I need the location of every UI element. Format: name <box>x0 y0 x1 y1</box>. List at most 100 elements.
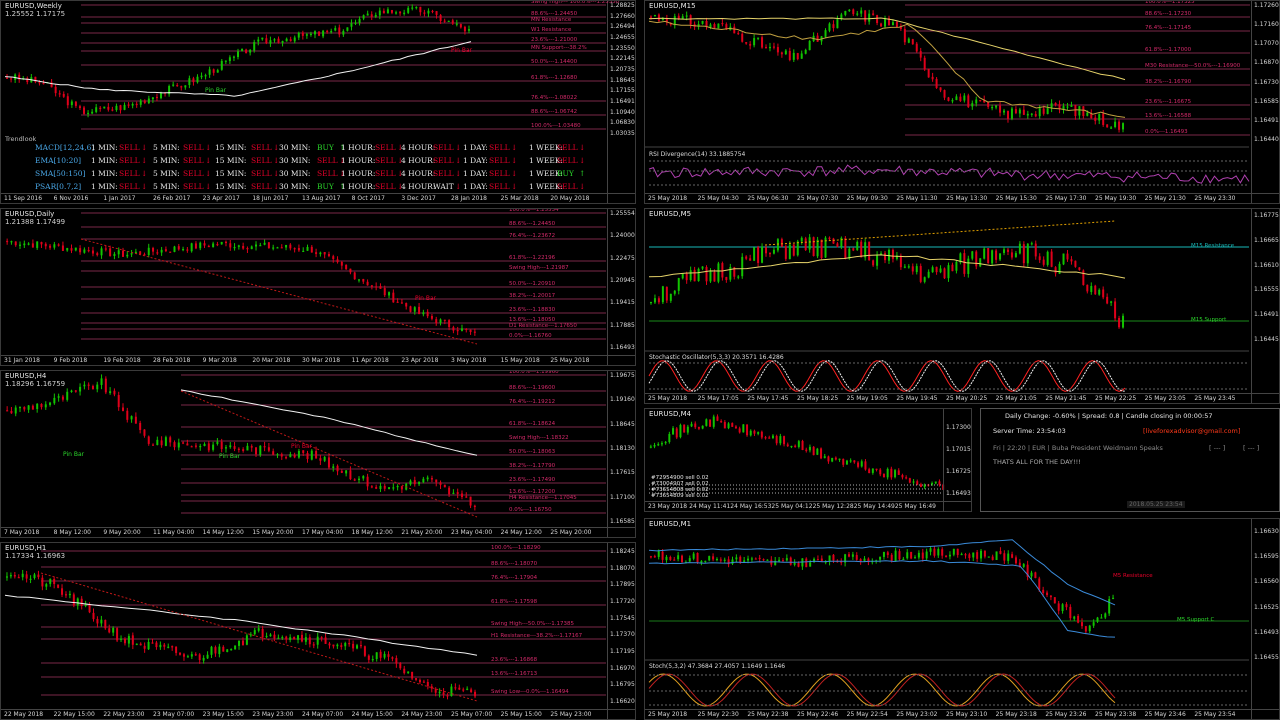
trend-line <box>764 220 1116 246</box>
time-axis[interactable]: 25 May 2018 25 May 04:30 25 May 06:30 25 Ma… <box>645 193 1279 203</box>
candle-body <box>1110 127 1113 129</box>
time-tick: 18 May 12:00 <box>351 529 393 536</box>
stoch-signal <box>648 673 1116 707</box>
candle-body <box>673 290 676 294</box>
price-axis[interactable]: 1.19675 1.19160 1.18645 1.18130 1.17615 1.171… <box>607 371 635 537</box>
price-axis[interactable]: 1.16630 1.16595 1.16560 1.16525 1.16493 1.164… <box>1251 519 1279 719</box>
candle-body <box>293 637 296 640</box>
fib-level-label: 13.6%---1.16713 <box>491 671 538 677</box>
candle-body <box>1003 553 1006 561</box>
candle-body <box>980 550 983 559</box>
candle-body <box>451 20 454 24</box>
stoch-main <box>648 673 1116 707</box>
candle-body <box>226 649 229 652</box>
candle-body <box>297 635 300 640</box>
m15-chart-pane[interactable]: EURUSD,M15 1.17260 1.17160 1.17070 1.16870 1… <box>644 0 1280 204</box>
candle-body <box>79 386 82 392</box>
m1-chart-pane[interactable]: EURUSD,M1 1.16630 1.16595 1.16560 1.16525 1.… <box>644 518 1280 720</box>
time-tick: 25 May 23:30 <box>1194 195 1236 202</box>
candle-body <box>901 475 904 478</box>
candle-body <box>788 244 791 260</box>
candle-body <box>664 441 667 444</box>
candle-body <box>426 311 429 317</box>
candle-body <box>202 657 205 661</box>
price-tick: 1.17895 <box>610 581 635 589</box>
time-axis[interactable]: 23 May 2018 24 May 11:41 24 May 16:53 25 Ma… <box>645 501 971 511</box>
price-tick: 1.24655 <box>610 34 635 41</box>
price-axis[interactable]: 1.25554 1.24000 1.22475 1.20945 1.19415 1.178… <box>607 209 635 365</box>
candle-body <box>967 95 970 108</box>
candle-body <box>1094 117 1097 121</box>
candle-body <box>685 273 688 281</box>
time-axis[interactable]: 25 May 2018 25 May 22:30 25 May 22:38 25 Ma… <box>645 709 1279 719</box>
candle-body <box>1026 113 1029 116</box>
candle-body <box>6 240 9 243</box>
time-tick: 24 May 11:41 <box>689 503 731 510</box>
price-axis[interactable]: 1.18245 1.18070 1.17895 1.17720 1.17545 1.173… <box>607 543 635 719</box>
candle-body <box>808 237 811 250</box>
candle-body <box>78 106 81 109</box>
h4-chart-pane[interactable]: EURUSD,H4 1.18296 1.16759 1.19675 1.19160… <box>0 370 636 538</box>
price-tick: 1.17015 <box>946 446 971 453</box>
candle-body <box>74 247 77 251</box>
candle-body <box>649 301 652 304</box>
candle-body <box>74 101 77 106</box>
candle-body <box>281 40 284 43</box>
candle-body <box>107 106 110 110</box>
signal-value: SELL <box>183 182 204 191</box>
price-axis[interactable]: 1.17260 1.17160 1.17070 1.16870 1.16730 1.165… <box>1251 1 1279 203</box>
candle-body <box>241 640 244 646</box>
weekly-chart-pane[interactable]: EURUSD,Weekly 1.25552 1.17175 1.28825 1.2… <box>0 0 636 204</box>
fib-level-label: MN Support---38.2% <box>531 45 587 51</box>
candle-body <box>735 557 738 560</box>
time-tick: 25 May 23:54 <box>1194 711 1236 718</box>
candle-body <box>991 556 994 560</box>
candle-body <box>220 241 223 245</box>
candle-body <box>712 416 715 427</box>
candle-body <box>971 103 974 107</box>
daily-chart-pane[interactable]: EURUSD,Daily 1.21388 1.17499 1.25554 1.24… <box>0 208 636 366</box>
candle-body <box>340 470 343 473</box>
candle-body <box>300 634 303 642</box>
m5-chart-pane[interactable]: EURUSD,M5 1.16775 1.16665 1.16610 1.16555 1.… <box>644 208 1280 404</box>
candle-body <box>382 10 385 14</box>
fib-level-label: H1 Resistance---38.2%---1.17167 <box>491 633 583 639</box>
candle-body <box>657 298 660 303</box>
candle-body <box>245 49 248 54</box>
price-axis[interactable]: 1.16775 1.16665 1.16610 1.16555 1.16491 1.164… <box>1251 209 1279 403</box>
candle-body <box>669 293 672 301</box>
price-tick: 1.18245 <box>610 548 635 555</box>
fib-level-label: W1 Resistance <box>531 27 572 33</box>
time-axis[interactable]: 7 May 2018 8 May 12:00 9 May 20:00 11 May 0… <box>1 527 635 537</box>
candle-body <box>902 558 905 561</box>
candle-body <box>23 407 26 410</box>
time-axis[interactable]: 31 Jan 2018 9 Feb 2018 19 Feb 2018 28 Feb 2… <box>1 355 635 365</box>
m5-chart-canvas[interactable] <box>645 209 1280 404</box>
candle-body <box>649 556 652 558</box>
candle-body <box>130 253 133 255</box>
candle-body <box>460 493 463 497</box>
candle-body <box>83 384 86 387</box>
signal-value: WAIT <box>433 182 454 191</box>
candle-body <box>800 237 803 242</box>
candle-body <box>762 559 765 561</box>
time-axis[interactable]: 22 May 2018 22 May 15:00 22 May 23:00 23 Ma… <box>1 709 635 719</box>
pin-bar-label: Pin Bar <box>451 47 473 54</box>
email-link[interactable]: [liveforexadvisor@gmail.com] <box>1143 427 1240 435</box>
h1-chart-pane[interactable]: EURUSD,H1 1.17334 1.16963 1.18245 1.18070… <box>0 542 636 720</box>
candle-body <box>820 239 823 258</box>
candle-body <box>61 588 64 595</box>
time-tick: 24 May 15:00 <box>351 711 393 718</box>
candle-body <box>273 634 276 639</box>
time-axis[interactable]: 25 May 2018 25 May 17:05 25 May 17:45 25 Ma… <box>645 393 1279 403</box>
candle-body <box>159 644 162 648</box>
candle-body <box>934 481 937 484</box>
m4-chart-pane[interactable]: EURUSD,M4 1.17300 1.17015 1.16725 1.16493 2… <box>644 408 972 512</box>
candle-body <box>465 328 468 331</box>
candle-body <box>921 552 924 559</box>
candle-body <box>122 250 124 257</box>
price-axis[interactable]: 1.17300 1.17015 1.16725 1.16493 <box>943 409 971 511</box>
fib-level-label: 61.8%---1.17598 <box>491 599 538 605</box>
time-tick: 3 May 2018 <box>451 357 487 364</box>
candle-body <box>422 478 425 483</box>
